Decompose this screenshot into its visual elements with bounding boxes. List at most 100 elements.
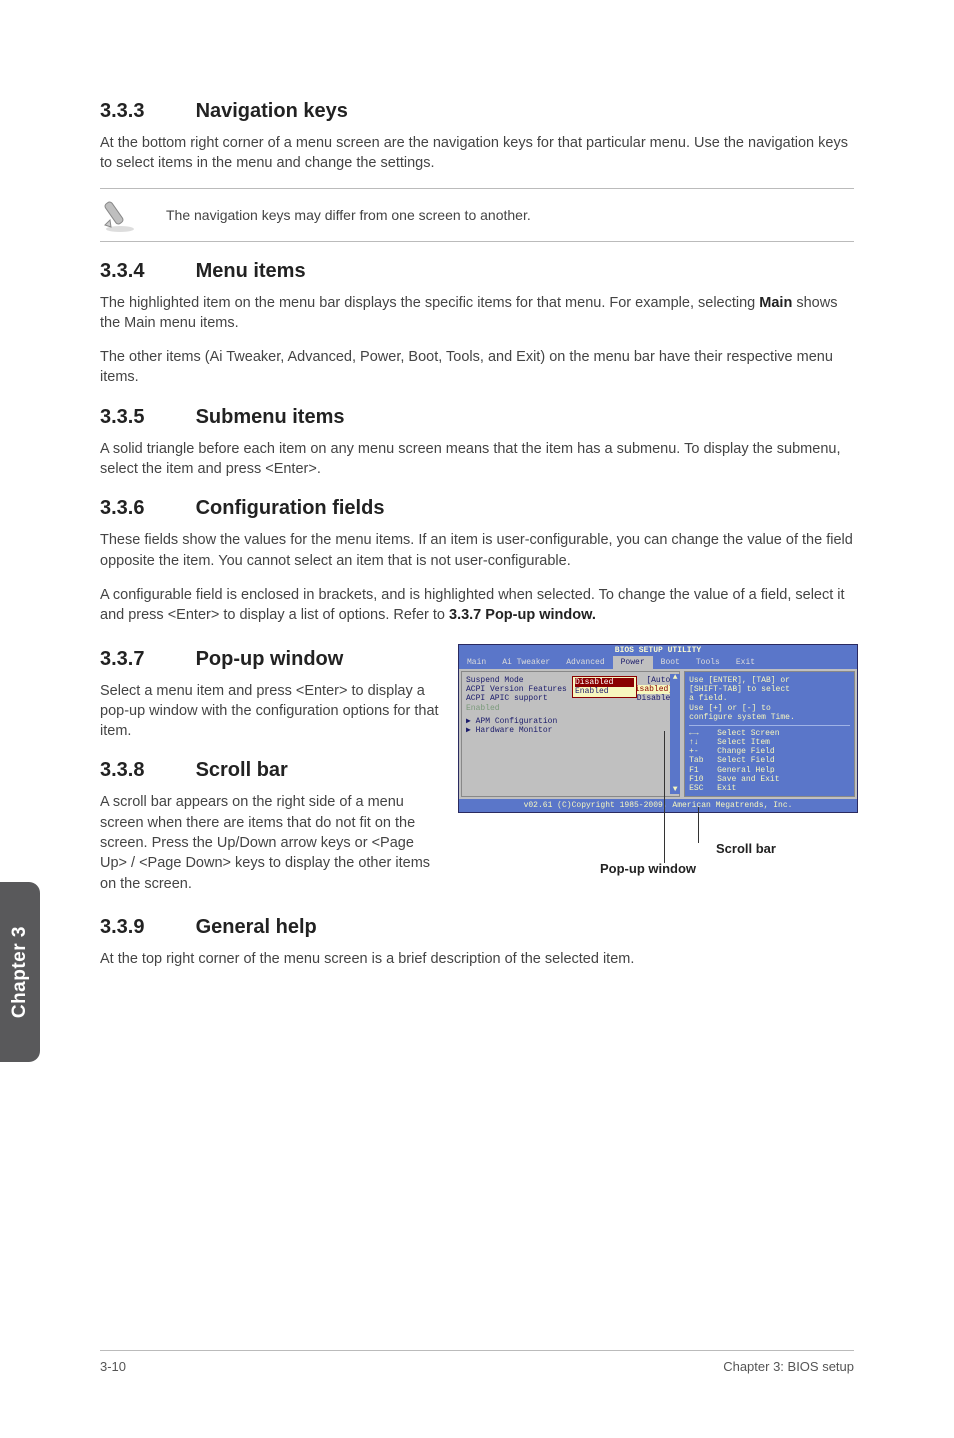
section-337: 3.3.7 Pop-up window Select a menu item a… bbox=[100, 648, 440, 742]
para-336-2: A configurable field is enclosed in brac… bbox=[100, 585, 854, 626]
heading-title: Scroll bar bbox=[196, 759, 288, 781]
bios-help-line: a field. bbox=[689, 694, 850, 703]
bios-key: +- bbox=[689, 747, 711, 756]
bios-row-acpi-apic[interactable]: ACPI APIC support Disabled bbox=[466, 694, 675, 703]
section-334: 3.3.4 Menu items The highlighted item on… bbox=[100, 260, 854, 388]
para-335-1: A solid triangle before each item on any… bbox=[100, 439, 854, 480]
bios-row-label: ACPI APIC support bbox=[466, 694, 548, 703]
bold-main: Main bbox=[759, 295, 792, 311]
bios-tab-power[interactable]: Power bbox=[613, 656, 653, 669]
heading-title: Pop-up window bbox=[196, 648, 344, 670]
bios-row-acpi-ver[interactable]: ACPI Version Features [Disabled] bbox=[466, 685, 675, 694]
bios-popup-window[interactable]: Disabled Enabled bbox=[572, 676, 637, 698]
bios-key: ESC bbox=[689, 784, 711, 793]
callout-line-popup bbox=[664, 731, 665, 863]
chapter-tab-label: Chapter 3 bbox=[9, 926, 31, 1018]
bios-tab-advanced[interactable]: Advanced bbox=[558, 656, 612, 669]
bios-key: ←→ bbox=[689, 729, 711, 738]
bios-tab-bar: Main Ai Tweaker Advanced Power Boot Tool… bbox=[459, 656, 857, 669]
heading-333: 3.3.3 Navigation keys bbox=[100, 100, 854, 123]
bios-tab-aitweaker[interactable]: Ai Tweaker bbox=[494, 656, 558, 669]
bios-tab-main[interactable]: Main bbox=[459, 656, 494, 669]
chapter-tab: Chapter 3 bbox=[0, 882, 40, 1062]
label-scrollbar: Scroll bar bbox=[716, 841, 776, 856]
para-336-1: These fields show the values for the men… bbox=[100, 530, 854, 571]
heading-338: 3.3.8 Scroll bar bbox=[100, 759, 440, 782]
heading-title: General help bbox=[196, 916, 317, 938]
section-335: 3.3.5 Submenu items A solid triangle bef… bbox=[100, 406, 854, 480]
bios-key-desc: Select Field bbox=[717, 756, 775, 765]
footer-page-num: 3-10 bbox=[100, 1359, 126, 1374]
bios-footer: v02.61 (C)Copyright 1985-2009, American … bbox=[459, 799, 857, 812]
heading-title: Submenu items bbox=[196, 406, 345, 428]
bios-sub-label: APM Configuration bbox=[476, 717, 558, 726]
heading-num: 3.3.8 bbox=[100, 759, 190, 782]
bios-help-line: [SHIFT-TAB] to select bbox=[689, 685, 850, 694]
bios-popup-option[interactable]: Enabled bbox=[575, 687, 634, 696]
section-339: 3.3.9 General help At the top right corn… bbox=[100, 916, 854, 969]
callout-line-scroll bbox=[698, 807, 699, 843]
heading-335: 3.3.5 Submenu items bbox=[100, 406, 854, 429]
heading-num: 3.3.6 bbox=[100, 497, 190, 520]
bios-tab-tools[interactable]: Tools bbox=[688, 656, 728, 669]
para-339-1: At the top right corner of the menu scre… bbox=[100, 949, 854, 969]
bios-key: ↑↓ bbox=[689, 738, 711, 747]
bios-popup-option[interactable]: Disabled bbox=[575, 678, 634, 687]
heading-num: 3.3.4 bbox=[100, 260, 190, 283]
bios-tab-exit[interactable]: Exit bbox=[728, 656, 763, 669]
heading-num: 3.3.5 bbox=[100, 406, 190, 429]
bios-key-desc: Exit bbox=[717, 784, 736, 793]
para-334-2: The other items (Ai Tweaker, Advanced, P… bbox=[100, 347, 854, 388]
chevron-down-icon[interactable]: ▼ bbox=[673, 786, 678, 794]
bios-key: Tab bbox=[689, 756, 711, 765]
page-footer: 3-10 Chapter 3: BIOS setup bbox=[100, 1350, 854, 1374]
bios-key-desc: Save and Exit bbox=[717, 775, 779, 784]
bios-key-row: F10Save and Exit bbox=[689, 775, 850, 784]
bios-sub-apm[interactable]: ▶ APM Configuration bbox=[466, 717, 675, 726]
heading-title: Configuration fields bbox=[196, 497, 385, 519]
bios-key-desc: Select Screen bbox=[717, 729, 779, 738]
bios-key-row: +-Change Field bbox=[689, 747, 850, 756]
heading-num: 3.3.7 bbox=[100, 648, 190, 671]
section-338: 3.3.8 Scroll bar A scroll bar appears on… bbox=[100, 759, 440, 893]
heading-num: 3.3.3 bbox=[100, 100, 190, 123]
bios-row-label: Suspend Mode bbox=[466, 676, 524, 685]
bios-popup-extra: Enabled bbox=[466, 704, 675, 713]
bios-figure: BIOS SETUP UTILITY Main Ai Tweaker Advan… bbox=[458, 644, 858, 890]
section-333: 3.3.3 Navigation keys At the bottom righ… bbox=[100, 100, 854, 242]
bios-key-row: ↑↓ Select Item bbox=[689, 738, 850, 747]
bold-popup-ref: 3.3.7 Pop-up window. bbox=[449, 607, 596, 623]
bios-help-line: configure system Time. bbox=[689, 713, 850, 722]
bios-key: F1 bbox=[689, 766, 711, 775]
section-336: 3.3.6 Configuration fields These fields … bbox=[100, 497, 854, 625]
note-333: The navigation keys may differ from one … bbox=[100, 188, 854, 242]
text-frag: The highlighted item on the menu bar dis… bbox=[100, 295, 759, 311]
heading-num: 3.3.9 bbox=[100, 916, 190, 939]
para-337-1: Select a menu item and press <Enter> to … bbox=[100, 681, 440, 742]
heading-title: Menu items bbox=[196, 260, 306, 282]
chevron-up-icon[interactable]: ▲ bbox=[673, 674, 678, 682]
bios-key-desc: Select Item bbox=[717, 738, 770, 747]
heading-334: 3.3.4 Menu items bbox=[100, 260, 854, 283]
bios-tab-boot[interactable]: Boot bbox=[653, 656, 688, 669]
heading-title: Navigation keys bbox=[196, 100, 348, 122]
para-333-1: At the bottom right corner of a menu scr… bbox=[100, 133, 854, 174]
bios-sub-hwmon[interactable]: ▶ Hardware Monitor bbox=[466, 726, 675, 735]
note-text: The navigation keys may differ from one … bbox=[166, 207, 531, 223]
bios-help-line: Use [ENTER], [TAB] or bbox=[689, 676, 850, 685]
footer-chapter-label: Chapter 3: BIOS setup bbox=[723, 1359, 854, 1374]
heading-336: 3.3.6 Configuration fields bbox=[100, 497, 854, 520]
para-338-1: A scroll bar appears on the right side o… bbox=[100, 792, 440, 893]
bios-left-pane: Suspend Mode [Auto] ACPI Version Feature… bbox=[461, 671, 680, 797]
heading-337: 3.3.7 Pop-up window bbox=[100, 648, 440, 671]
bios-key-desc: General Help bbox=[717, 766, 775, 775]
heading-339: 3.3.9 General help bbox=[100, 916, 854, 939]
label-popup-window: Pop-up window bbox=[600, 861, 696, 876]
bios-row-suspend[interactable]: Suspend Mode [Auto] bbox=[466, 676, 675, 685]
bios-scrollbar[interactable]: ▲ ▼ bbox=[670, 674, 680, 794]
pencil-note-icon bbox=[100, 195, 144, 235]
bios-key-row: Tab Select Field bbox=[689, 756, 850, 765]
bios-help-line: Use [+] or [-] to bbox=[689, 704, 850, 713]
bios-key-row: F1 General Help bbox=[689, 766, 850, 775]
bios-row-label: ACPI Version Features bbox=[466, 685, 567, 694]
